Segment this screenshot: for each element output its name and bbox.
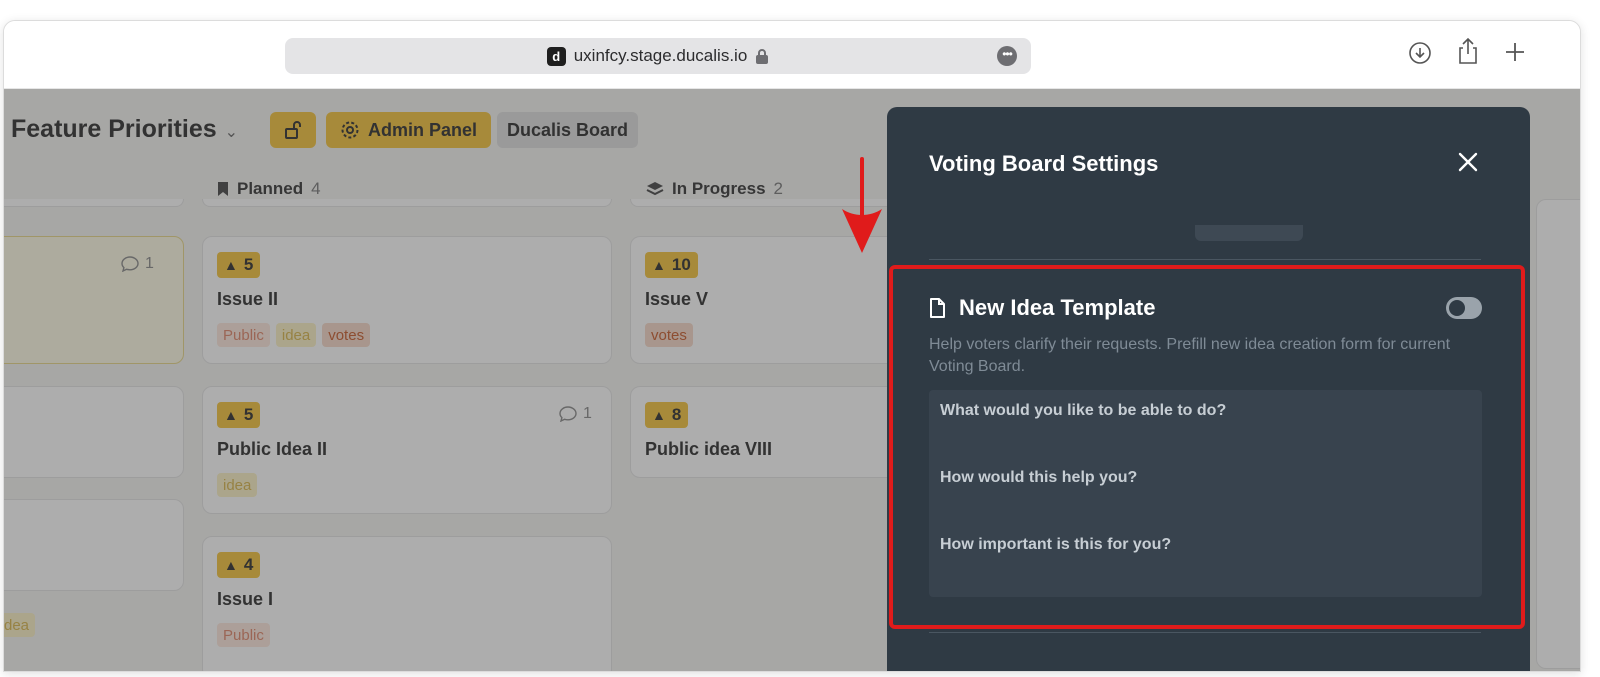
share-icon[interactable] <box>1456 37 1484 65</box>
close-icon[interactable] <box>1457 151 1479 173</box>
lock-icon <box>755 48 769 65</box>
browser-toolbar: d uxinfcy.stage.ducalis.io ••• <box>4 21 1580 89</box>
divider <box>929 632 1481 633</box>
site-favicon: d <box>546 46 566 66</box>
url-text: uxinfcy.stage.ducalis.io <box>573 46 748 65</box>
hidden-setting-button[interactable] <box>1195 225 1303 241</box>
highlight-frame <box>889 265 1525 629</box>
modal-title: Voting Board Settings <box>929 151 1159 176</box>
address-bar[interactable]: d uxinfcy.stage.ducalis.io ••• <box>285 38 1031 74</box>
more-icon[interactable]: ••• <box>997 46 1017 66</box>
download-icon[interactable] <box>1408 41 1436 69</box>
new-tab-icon[interactable] <box>1504 41 1532 69</box>
arrow-down-icon <box>840 157 884 255</box>
divider <box>929 259 1481 260</box>
